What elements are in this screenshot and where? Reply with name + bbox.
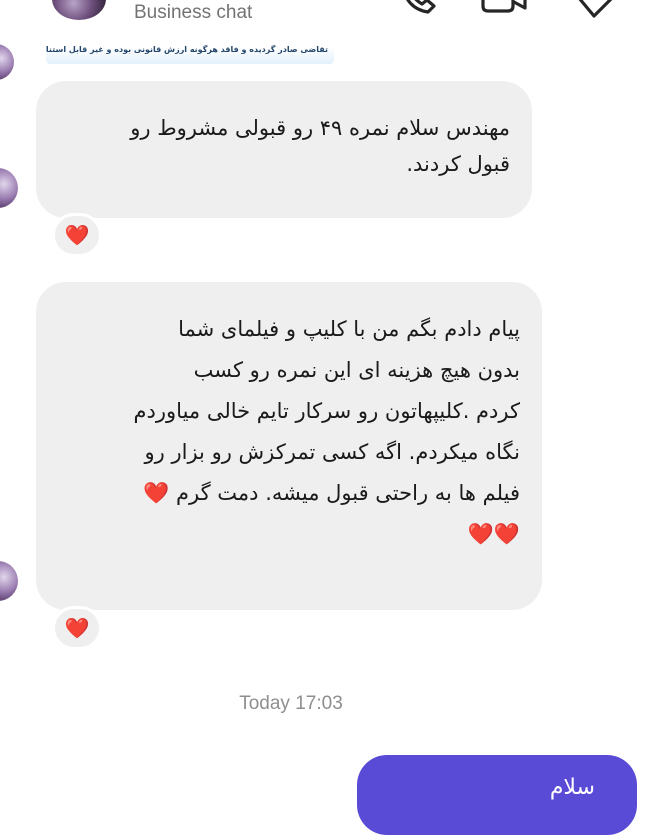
contact-avatar[interactable] — [52, 0, 106, 20]
phone-call-icon[interactable] — [396, 0, 442, 16]
sender-avatar[interactable] — [0, 561, 18, 601]
chat-header: Business chat — [0, 0, 650, 34]
outgoing-message-bubble[interactable]: سلام — [357, 755, 637, 835]
incoming-message-bubble[interactable]: پیام دادم بگم من با کلیپ و فیلمای شما بد… — [36, 282, 542, 610]
message-reaction[interactable]: ❤️ — [52, 213, 102, 257]
message-text: مهندس سلام نمره ۴۹ رو قبولی مشروط رو قبو… — [130, 116, 510, 176]
sender-avatar[interactable] — [0, 168, 18, 208]
message-reaction[interactable]: ❤️ — [52, 606, 102, 650]
message-text: پیام دادم بگم من با کلیپ و فیلمای شما بد… — [133, 317, 520, 546]
incoming-message-bubble[interactable]: مهندس سلام نمره ۴۹ رو قبولی مشروط رو قبو… — [36, 81, 532, 218]
tag-icon[interactable] — [570, 0, 620, 20]
image-attachment[interactable]: تقاضی صادر گردیده و فاقد هرگونه ارزش قان… — [46, 38, 334, 64]
message-timestamp: Today 17:03 — [239, 693, 343, 714]
video-call-icon[interactable] — [480, 0, 530, 16]
heart-reaction-icon: ❤️ — [64, 223, 90, 247]
chat-type-label: Business chat — [134, 2, 253, 23]
message-text: سلام — [549, 775, 595, 800]
sender-avatar[interactable] — [0, 44, 14, 80]
image-caption-text: تقاضی صادر گردیده و فاقد هرگونه ارزش قان… — [46, 45, 328, 54]
heart-reaction-icon: ❤️ — [64, 616, 90, 640]
